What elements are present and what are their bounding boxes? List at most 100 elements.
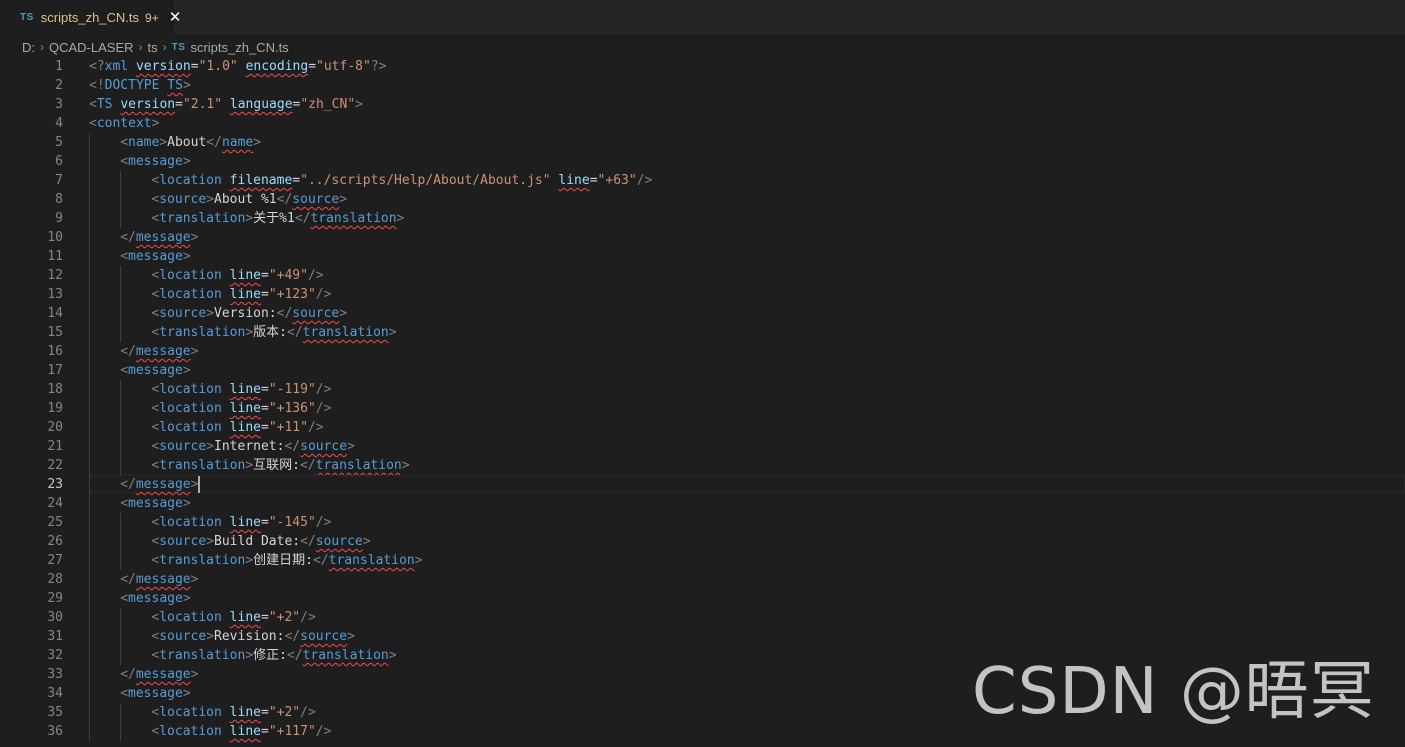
line-number: 15 (47, 325, 63, 340)
code-token: > (206, 192, 215, 207)
code-line[interactable]: 11 <message> (0, 247, 1405, 266)
code-line[interactable]: 19 <location line="+136"/> (0, 399, 1405, 418)
code-text: <location line="+11"/> (151, 418, 323, 437)
code-line[interactable]: 22 <translation>互联网:</translation> (0, 456, 1405, 475)
code-token: = (260, 287, 269, 302)
code-line[interactable]: 31 <source>Revision:</source> (0, 627, 1405, 646)
code-token: line (229, 401, 261, 416)
tab-scripts-zh-cn[interactable]: TS scripts_zh_CN.ts 9+ ✕ (0, 0, 181, 35)
code-token: "+123" (268, 287, 316, 302)
code-token: = (292, 173, 301, 188)
code-line[interactable]: 8 <source>About %1</source> (0, 190, 1405, 209)
code-text: </message> (120, 665, 198, 684)
code-line[interactable]: 25 <location line="-145"/> (0, 513, 1405, 532)
code-line[interactable]: 29 <message> (0, 589, 1405, 608)
code-token: source (159, 306, 207, 321)
code-token: </ (120, 477, 136, 492)
indent-guide (89, 228, 90, 247)
code-token: message (128, 496, 183, 511)
breadcrumb-folder-qcad-laser[interactable]: QCAD-LASER (49, 40, 134, 55)
editor-tab-bar: TS scripts_zh_CN.ts 9+ ✕ (0, 0, 1405, 36)
line-number: 24 (47, 496, 63, 511)
indent-guide (120, 703, 122, 722)
code-token: /> (315, 401, 332, 416)
code-token: > (190, 477, 199, 492)
code-token: <! (89, 78, 105, 93)
code-line[interactable]: 13 <location line="+123"/> (0, 285, 1405, 304)
code-token: /> (307, 420, 324, 435)
code-line[interactable]: 20 <location line="+11"/> (0, 418, 1405, 437)
line-number: 4 (55, 116, 63, 131)
code-line[interactable]: 27 <translation>创建日期:</translation> (0, 551, 1405, 570)
indent-guide (120, 285, 122, 304)
line-number: 1 (55, 59, 63, 74)
code-token: message (135, 344, 191, 359)
code-line[interactable]: 26 <source>Build Date:</source> (0, 532, 1405, 551)
code-line[interactable]: 14 <source>Version:</source> (0, 304, 1405, 323)
breadcrumb-file[interactable]: scripts_zh_CN.ts (190, 40, 288, 55)
code-editor[interactable]: 1 <?xml version="1.0" encoding="utf-8"?> 2… (0, 57, 1405, 747)
line-number: 27 (47, 553, 63, 568)
code-line[interactable]: 6 <message> (0, 152, 1405, 171)
code-token: Version: (214, 306, 277, 321)
code-token: > (401, 458, 410, 473)
code-line[interactable]: 10 </message> (0, 228, 1405, 247)
indent-guide (120, 209, 122, 228)
code-token: translation (159, 211, 246, 226)
code-token: "+2" (268, 610, 301, 625)
line-number: 23 (47, 477, 63, 492)
code-token: translation (302, 325, 389, 340)
indent-guide (89, 494, 90, 513)
code-token: location (159, 287, 222, 302)
code-text: <context> (89, 114, 159, 133)
code-token: Revision: (214, 629, 285, 644)
code-text: <?xml version="1.0" encoding="utf-8"?> (89, 57, 386, 76)
indent-guide (120, 399, 122, 418)
code-token: "2.1" (182, 97, 223, 112)
code-line[interactable]: 21 <source>Internet:</source> (0, 437, 1405, 456)
indent-guide (120, 456, 122, 475)
indent-guide (89, 722, 90, 741)
code-line[interactable]: 12 <location line="+49"/> (0, 266, 1405, 285)
code-line[interactable]: 17 <message> (0, 361, 1405, 380)
code-line[interactable]: 24 <message> (0, 494, 1405, 513)
line-number: 30 (47, 610, 63, 625)
indent-guide (89, 361, 90, 380)
code-token: line (229, 382, 261, 397)
code-line[interactable]: 9 <translation>关于%1</translation> (0, 209, 1405, 228)
line-number: 16 (47, 344, 63, 359)
code-token: > (190, 230, 199, 245)
code-line[interactable]: 30 <location line="+2"/> (0, 608, 1405, 627)
breadcrumb-folder-ts[interactable]: ts (148, 40, 158, 55)
code-text: <location line="-145"/> (151, 513, 331, 532)
code-token: source (300, 439, 348, 454)
close-icon[interactable]: ✕ (169, 10, 182, 25)
code-line[interactable]: 28 </message> (0, 570, 1405, 589)
code-line[interactable]: 5 <name>About</name> (0, 133, 1405, 152)
line-number: 6 (55, 154, 63, 169)
code-token: </ (284, 439, 301, 454)
code-token: /> (315, 515, 332, 530)
code-line[interactable]: 4 <context> (0, 114, 1405, 133)
code-text: <location line="-119"/> (151, 380, 331, 399)
current-line-highlight (89, 475, 1405, 493)
code-text: <location line="+123"/> (151, 285, 331, 304)
code-line[interactable]: 3 <TS version="2.1" language="zh_CN"> (0, 95, 1405, 114)
code-line[interactable]: 7 <location filename="../scripts/Help/Abo… (0, 171, 1405, 190)
code-line[interactable]: 1 <?xml version="1.0" encoding="utf-8"?> (0, 57, 1405, 76)
code-line[interactable]: 18 <location line="-119"/> (0, 380, 1405, 399)
code-line[interactable]: 16 </message> (0, 342, 1405, 361)
code-token: translation (315, 458, 402, 473)
code-line[interactable]: 15 <translation>版本:</translation> (0, 323, 1405, 342)
breadcrumb-drive[interactable]: D: (22, 40, 35, 55)
code-token: location (159, 420, 222, 435)
code-token: source (292, 192, 340, 207)
code-line[interactable]: 23 </message> (0, 475, 1405, 494)
code-token: TS (96, 97, 113, 112)
indent-guide (89, 133, 90, 152)
chevron-right-icon: › (138, 40, 143, 54)
code-line[interactable]: 2 <!DOCTYPE TS> (0, 76, 1405, 95)
code-token: location (159, 268, 222, 283)
